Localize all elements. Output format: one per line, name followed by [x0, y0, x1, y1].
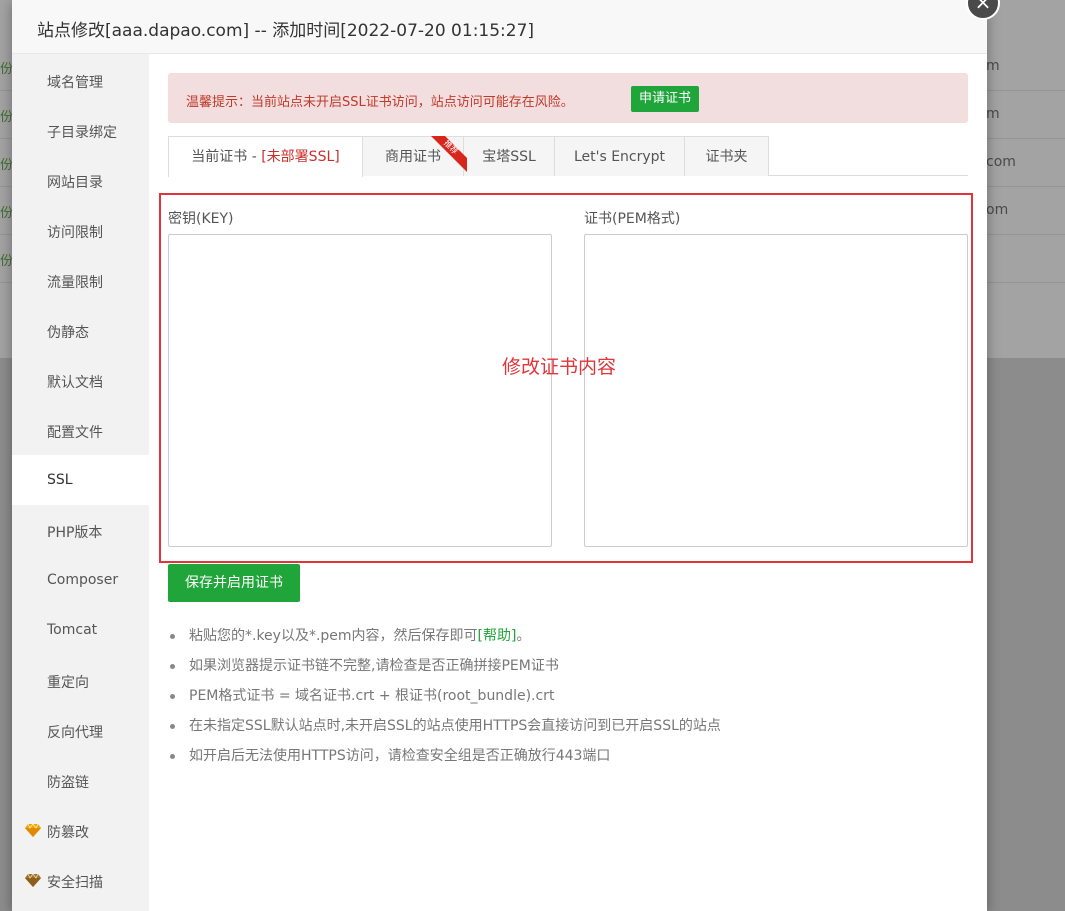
sidebar-item-label: 流量限制: [47, 275, 103, 291]
tab-label: Let's Encrypt: [573, 149, 666, 165]
key-label: 密钥(KEY): [168, 211, 234, 227]
sidebar-item-label: 子目录绑定: [47, 125, 117, 141]
sidebar-item-label: 伪静态: [47, 325, 89, 341]
cert-textarea[interactable]: [584, 234, 968, 547]
tab-baota-ssl[interactable]: 宝塔SSL: [463, 136, 555, 176]
list-item: 如果浏览器提示证书链不完整,请检查是否正确拼接PEM证书: [168, 656, 968, 686]
sidebar-item-config-file[interactable]: 配置文件: [12, 405, 149, 455]
sidebar-item-reverse-proxy[interactable]: 反向代理: [12, 705, 149, 755]
sidebar-item-label: Composer: [47, 572, 119, 588]
sidebar-item-default-doc[interactable]: 默认文档: [12, 355, 149, 405]
key-textarea[interactable]: [168, 234, 552, 547]
sidebar-item-label: 防篡改: [47, 825, 89, 841]
sidebar-item-domain[interactable]: 域名管理: [12, 55, 149, 105]
sidebar-item-label: 反向代理: [47, 725, 103, 741]
close-icon: ×: [974, 0, 992, 14]
settings-sidebar: 域名管理 子目录绑定 网站目录 访问限制 流量限制 伪静态 默认文档 配置文件 …: [12, 54, 149, 911]
tab-cert-folder[interactable]: 证书夹: [684, 136, 769, 176]
sidebar-item-access-limit[interactable]: 访问限制: [12, 205, 149, 255]
help-link[interactable]: [帮助]: [478, 628, 517, 644]
diamond-icon: [25, 824, 41, 837]
list-item: 如开启后无法使用HTTPS访问，请检查安全组是否正确放行443端口: [168, 746, 968, 776]
ssl-tabs: 当前证书 - [未部署SSL] 商用证书 推荐 宝塔SSL Let's Encr…: [168, 136, 968, 177]
modal-header: 站点修改[aaa.dapao.com] -- 添加时间[2022-07-20 0…: [12, 0, 987, 54]
background-row-right: m: [986, 58, 1000, 74]
tab-current-cert[interactable]: 当前证书 - [未部署SSL]: [168, 136, 363, 177]
background-row-right: m: [986, 106, 1000, 122]
tab-label: 当前证书 -: [191, 149, 262, 165]
tip-text: 粘贴您的*.key以及*.pem内容，然后保存即可: [189, 628, 478, 644]
modal-title: 站点修改[aaa.dapao.com] -- 添加时间[2022-07-20 0…: [37, 21, 535, 41]
sidebar-item-label: SSL: [47, 472, 73, 488]
sidebar-item-subdir[interactable]: 子目录绑定: [12, 105, 149, 155]
sidebar-item-php-version[interactable]: PHP版本: [12, 505, 149, 555]
sidebar-item-label: 网站目录: [47, 175, 103, 191]
sidebar-item-label: 重定向: [47, 675, 89, 691]
sidebar-item-security-scan[interactable]: 安全扫描: [12, 855, 149, 905]
site-settings-modal: 站点修改[aaa.dapao.com] -- 添加时间[2022-07-20 0…: [12, 0, 1000, 911]
list-item: 粘贴您的*.key以及*.pem内容，然后保存即可[帮助]。: [168, 626, 968, 656]
sidebar-item-rewrite[interactable]: 伪静态: [12, 305, 149, 355]
sidebar-item-traffic-limit[interactable]: 流量限制: [12, 255, 149, 305]
sidebar-item-label: 安全扫描: [47, 875, 103, 891]
ssl-status-badge: [未部署SSL]: [261, 149, 340, 165]
tips-list: 粘贴您的*.key以及*.pem内容，然后保存即可[帮助]。 如果浏览器提示证书…: [168, 626, 968, 776]
sidebar-item-ssl[interactable]: SSL: [12, 455, 149, 505]
tip-text: PEM格式证书 = 域名证书.crt + 根证书(root_bundle).cr…: [189, 688, 555, 704]
background-row-right: om: [986, 202, 1009, 218]
sidebar-item-label: PHP版本: [47, 525, 103, 541]
recommend-ribbon: 推荐: [431, 136, 467, 172]
sidebar-item-tamper-proof[interactable]: 防篡改: [12, 805, 149, 855]
tab-label: 宝塔SSL: [482, 149, 536, 165]
background-row-right: com: [986, 154, 1016, 170]
alert-text: 温馨提示：当前站点未开启SSL证书访问，站点访问可能存在风险。: [186, 95, 574, 110]
diamond-icon: [25, 874, 41, 887]
ssl-warning-alert: 温馨提示：当前站点未开启SSL证书访问，站点访问可能存在风险。 申请证书: [168, 73, 968, 123]
apply-certificate-button[interactable]: 申请证书: [631, 86, 700, 112]
sidebar-item-label: 访问限制: [47, 225, 103, 241]
sidebar-item-composer[interactable]: Composer: [12, 555, 149, 605]
tip-text: 如果浏览器提示证书链不完整,请检查是否正确拼接PEM证书: [189, 658, 559, 674]
sidebar-item-label: 配置文件: [47, 425, 103, 441]
tip-text: 在未指定SSL默认站点时,未开启SSL的站点使用HTTPS会直接访问到已开启SS…: [189, 718, 721, 734]
save-enable-cert-button[interactable]: 保存并启用证书: [168, 564, 300, 602]
sidebar-item-label: 域名管理: [47, 75, 103, 91]
sidebar-item-label: 默认文档: [47, 375, 103, 391]
sidebar-item-redirect[interactable]: 重定向: [12, 655, 149, 705]
tip-text: 如开启后无法使用HTTPS访问，请检查安全组是否正确放行443端口: [189, 748, 611, 764]
tab-lets-encrypt[interactable]: Let's Encrypt: [554, 136, 685, 176]
sidebar-item-hotlink[interactable]: 防盗链: [12, 755, 149, 805]
sidebar-item-label: Tomcat: [47, 622, 98, 638]
sidebar-item-tomcat[interactable]: Tomcat: [12, 605, 149, 655]
tab-label: 证书夹: [705, 149, 748, 165]
sidebar-item-site-dir[interactable]: 网站目录: [12, 155, 149, 205]
sidebar-item-label: 防盗链: [47, 775, 89, 791]
cert-label: 证书(PEM格式): [584, 211, 681, 227]
list-item: PEM格式证书 = 域名证书.crt + 根证书(root_bundle).cr…: [168, 686, 968, 716]
ssl-panel: 温馨提示：当前站点未开启SSL证书访问，站点访问可能存在风险。 申请证书 当前证…: [149, 54, 987, 911]
annotation-text: 修改证书内容: [502, 356, 617, 378]
list-item: 在未指定SSL默认站点时,未开启SSL的站点使用HTTPS会直接访问到已开启SS…: [168, 716, 968, 746]
tip-text: 。: [516, 628, 531, 644]
